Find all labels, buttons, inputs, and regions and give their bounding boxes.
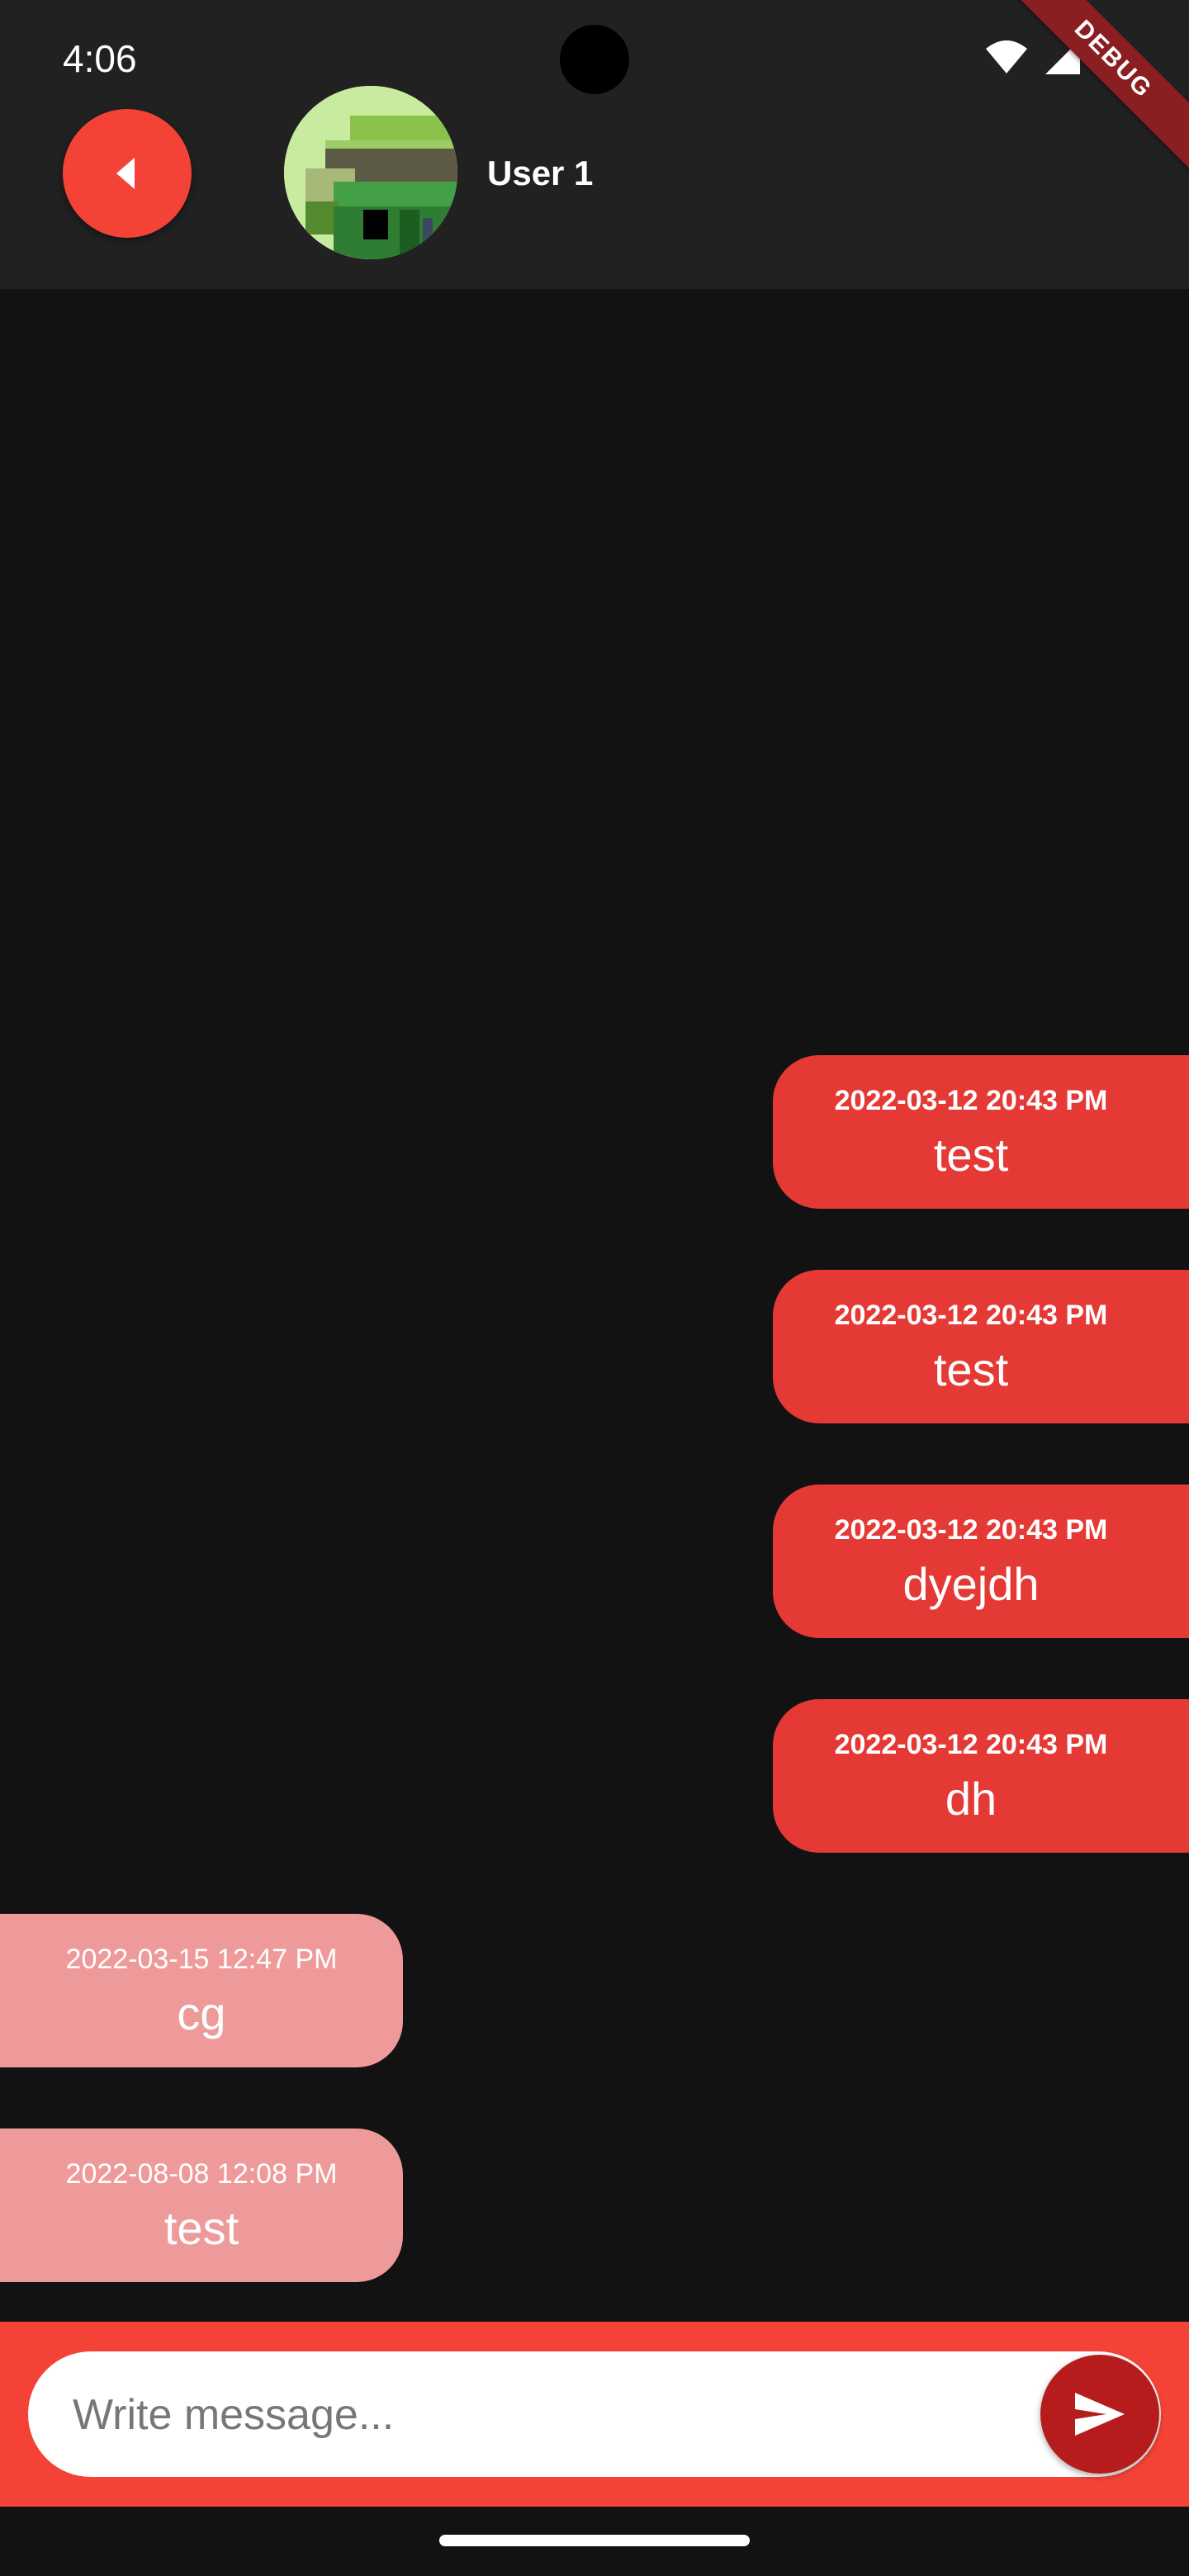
- message-bubble-received[interactable]: 2022-03-15 12:47 PM cg: [0, 1914, 403, 2067]
- message-text: dyejdh: [902, 1558, 1040, 1610]
- gesture-nav-handle[interactable]: [439, 2535, 750, 2546]
- send-button[interactable]: [1040, 2355, 1159, 2474]
- message-text: test: [163, 2202, 239, 2254]
- message-bubble-sent[interactable]: 2022-03-12 20:43 PM dh: [773, 1699, 1189, 1853]
- message-input[interactable]: [71, 2373, 1016, 2457]
- send-icon: [1075, 2393, 1125, 2436]
- message-timestamp: 2022-03-12 20:43 PM: [834, 1085, 1108, 1116]
- message-bubble-sent[interactable]: 2022-03-12 20:43 PM test: [773, 1055, 1189, 1209]
- avatar[interactable]: [284, 86, 457, 259]
- status-time: 4:06: [63, 37, 137, 80]
- message-text: cg: [177, 1987, 226, 2039]
- message-bubble-sent[interactable]: 2022-03-12 20:43 PM test: [773, 1270, 1189, 1423]
- caret-left-icon: [116, 158, 135, 189]
- pixel-avatar-image: [284, 86, 457, 259]
- camera-cutout: [560, 25, 629, 94]
- message-text: test: [933, 1343, 1009, 1395]
- chat-user-name: User 1: [487, 154, 594, 192]
- message-timestamp: 2022-03-12 20:43 PM: [834, 1729, 1108, 1760]
- message-timestamp: 2022-03-15 12:47 PM: [65, 1944, 338, 1975]
- message-bubble-received[interactable]: 2022-08-08 12:08 PM test: [0, 2129, 403, 2282]
- back-button[interactable]: [63, 109, 192, 238]
- message-timestamp: 2022-08-08 12:08 PM: [65, 2158, 338, 2190]
- wifi-icon: [986, 40, 1027, 73]
- message-timestamp: 2022-03-12 20:43 PM: [834, 1514, 1108, 1546]
- message-text: test: [933, 1129, 1009, 1181]
- message-text: dh: [945, 1773, 997, 1825]
- message-timestamp: 2022-03-12 20:43 PM: [834, 1300, 1108, 1331]
- message-bubble-sent[interactable]: 2022-03-12 20:43 PM dyejdh: [773, 1485, 1189, 1638]
